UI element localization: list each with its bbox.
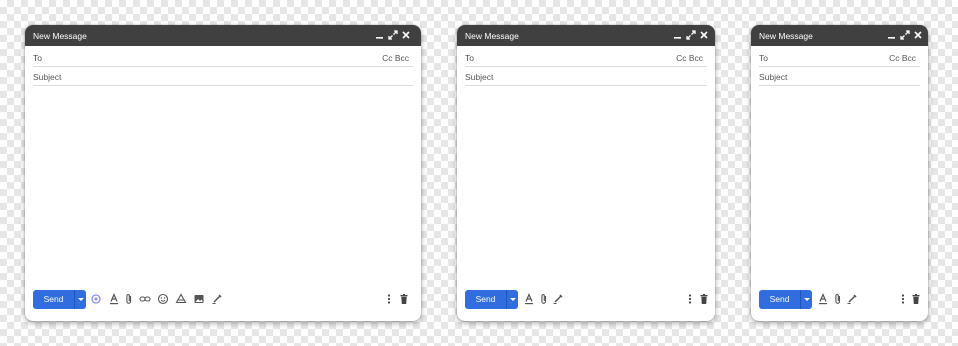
format-text-icon[interactable] [108, 293, 120, 305]
attach-icon[interactable] [123, 293, 135, 305]
compose-window-large: New Message To Cc Bcc Subject Send [25, 25, 421, 321]
format-text-icon[interactable] [523, 293, 535, 305]
delete-icon[interactable] [698, 293, 710, 305]
to-field[interactable]: To Cc Bcc [759, 48, 920, 67]
to-field[interactable]: To Cc Bcc [465, 48, 707, 67]
expand-icon[interactable] [387, 29, 399, 41]
attach-icon[interactable] [538, 293, 550, 305]
close-icon[interactable] [912, 29, 924, 41]
compose-title: New Message [33, 31, 87, 41]
more-options-icon[interactable] [383, 293, 395, 305]
minimize-icon[interactable] [886, 29, 898, 41]
send-button-group: Send [759, 290, 812, 309]
emoji-icon[interactable] [157, 293, 169, 305]
link-icon[interactable] [139, 293, 151, 305]
drive-icon[interactable] [175, 293, 187, 305]
compose-window-small: New Message To Cc Bcc Subject Send [751, 25, 928, 321]
to-label: To [33, 53, 42, 63]
compose-title: New Message [465, 31, 519, 41]
send-button-group: Send [33, 290, 86, 309]
send-button[interactable]: Send [465, 290, 506, 309]
subject-placeholder: Subject [759, 72, 788, 82]
cc-bcc-link[interactable]: Cc Bcc [889, 53, 916, 63]
delete-icon[interactable] [398, 293, 410, 305]
to-label: To [759, 53, 768, 63]
expand-icon[interactable] [685, 29, 697, 41]
signature-icon[interactable] [846, 293, 858, 305]
compose-titlebar[interactable]: New Message [25, 25, 421, 46]
message-body[interactable] [759, 87, 920, 281]
signature-icon[interactable] [552, 293, 564, 305]
message-body[interactable] [33, 87, 413, 281]
format-text-icon[interactable] [817, 293, 829, 305]
photo-icon[interactable] [193, 293, 205, 305]
close-icon[interactable] [698, 29, 710, 41]
ai-sparkle-icon[interactable] [90, 293, 102, 305]
send-button-group: Send [465, 290, 518, 309]
compose-toolbar: Send [457, 281, 715, 321]
compose-titlebar[interactable]: New Message [751, 25, 928, 46]
attach-icon[interactable] [832, 293, 844, 305]
to-label: To [465, 53, 474, 63]
more-options-icon[interactable] [897, 293, 909, 305]
compose-titlebar[interactable]: New Message [457, 25, 715, 46]
compose-title: New Message [759, 31, 813, 41]
send-button[interactable]: Send [33, 290, 74, 309]
to-field[interactable]: To Cc Bcc [33, 48, 413, 67]
subject-placeholder: Subject [33, 72, 62, 82]
send-options-chevron-icon[interactable] [75, 290, 86, 309]
compose-toolbar: Send [25, 281, 421, 321]
subject-field[interactable]: Subject [33, 67, 413, 86]
delete-icon[interactable] [910, 293, 922, 305]
subject-placeholder: Subject [465, 72, 494, 82]
expand-icon[interactable] [899, 29, 911, 41]
subject-field[interactable]: Subject [759, 67, 920, 86]
minimize-icon[interactable] [672, 29, 684, 41]
close-icon[interactable] [400, 29, 412, 41]
compose-toolbar: Send [751, 281, 928, 321]
compose-window-medium: New Message To Cc Bcc Subject Send [457, 25, 715, 321]
cc-bcc-link[interactable]: Cc Bcc [382, 53, 409, 63]
subject-field[interactable]: Subject [465, 67, 707, 86]
send-options-chevron-icon[interactable] [801, 290, 812, 309]
send-button[interactable]: Send [759, 290, 800, 309]
minimize-icon[interactable] [374, 29, 386, 41]
cc-bcc-link[interactable]: Cc Bcc [676, 53, 703, 63]
send-options-chevron-icon[interactable] [507, 290, 518, 309]
signature-icon[interactable] [211, 293, 223, 305]
message-body[interactable] [465, 87, 707, 281]
more-options-icon[interactable] [684, 293, 696, 305]
